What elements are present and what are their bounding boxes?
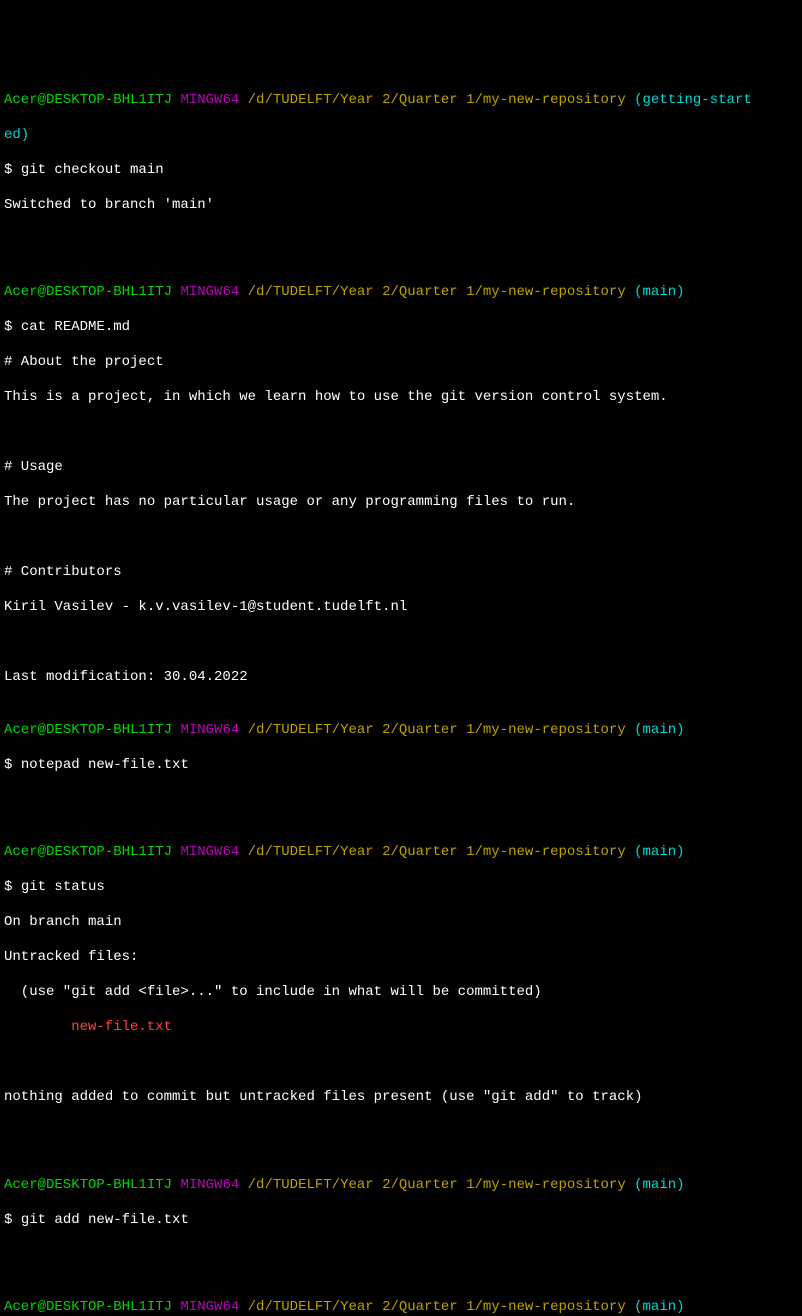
blank-line (4, 529, 790, 547)
command-line[interactable]: $ git status (4, 879, 790, 897)
output-line: Switched to branch 'main' (4, 197, 790, 215)
prompt-path: /d/TUDELFT/Year 2/Quarter 1/my-new-repos… (248, 722, 626, 738)
command-line[interactable]: $ git checkout main (4, 162, 790, 180)
prompt-shell: MINGW64 (180, 1177, 239, 1193)
prompt-shell: MINGW64 (180, 722, 239, 738)
prompt-path: /d/TUDELFT/Year 2/Quarter 1/my-new-repos… (248, 1177, 626, 1193)
output-line: Last modification: 30.04.2022 (4, 669, 790, 687)
output-line: On branch main (4, 914, 790, 932)
output-line: # About the project (4, 354, 790, 372)
output-line: # Contributors (4, 564, 790, 582)
prompt-shell: MINGW64 (180, 284, 239, 300)
untracked-file: new-file.txt (4, 1019, 790, 1037)
cmd-status: git status (21, 879, 105, 895)
prompt-branch: (main) (634, 1299, 684, 1315)
command-line[interactable]: $ notepad new-file.txt (4, 757, 790, 775)
prompt-line-wrap: ed) (4, 127, 790, 145)
prompt-line: Acer@DESKTOP-BHL1ITJ MINGW64 /d/TUDELFT/… (4, 1177, 790, 1195)
prompt-path: /d/TUDELFT/Year 2/Quarter 1/my-new-repos… (248, 284, 626, 300)
prompt-branch: (main) (634, 844, 684, 860)
blank-line (4, 1247, 790, 1265)
prompt-dollar: $ (4, 1212, 21, 1228)
prompt-user: Acer@DESKTOP-BHL1ITJ (4, 284, 172, 300)
output-line: (use "git add <file>..." to include in w… (4, 984, 790, 1002)
prompt-user: Acer@DESKTOP-BHL1ITJ (4, 1299, 172, 1315)
prompt-user: Acer@DESKTOP-BHL1ITJ (4, 722, 172, 738)
prompt-line: Acer@DESKTOP-BHL1ITJ MINGW64 /d/TUDELFT/… (4, 722, 790, 740)
cmd-cat: cat README.md (21, 319, 130, 335)
blank-line (4, 1124, 790, 1142)
prompt-dollar: $ (4, 879, 21, 895)
prompt-line: Acer@DESKTOP-BHL1ITJ MINGW64 /d/TUDELFT/… (4, 92, 790, 110)
prompt-user: Acer@DESKTOP-BHL1ITJ (4, 1177, 172, 1193)
blank-line (4, 792, 790, 810)
prompt-branch: ed) (4, 127, 29, 143)
prompt-shell: MINGW64 (180, 1299, 239, 1315)
prompt-dollar: $ (4, 319, 21, 335)
blank-line (4, 634, 790, 652)
output-line: # Usage (4, 459, 790, 477)
prompt-path: /d/TUDELFT/Year 2/Quarter 1/my-new-repos… (248, 1299, 626, 1315)
prompt-user: Acer@DESKTOP-BHL1ITJ (4, 844, 172, 860)
prompt-shell: MINGW64 (180, 92, 239, 108)
output-line: Kiril Vasilev - k.v.vasilev-1@student.tu… (4, 599, 790, 617)
command-line[interactable]: $ git add new-file.txt (4, 1212, 790, 1230)
prompt-path: /d/TUDELFT/Year 2/Quarter 1/my-new-repos… (248, 92, 626, 108)
blank-line (4, 1054, 790, 1072)
prompt-branch: (main) (634, 722, 684, 738)
prompt-line: Acer@DESKTOP-BHL1ITJ MINGW64 /d/TUDELFT/… (4, 844, 790, 862)
prompt-line: Acer@DESKTOP-BHL1ITJ MINGW64 /d/TUDELFT/… (4, 1299, 790, 1316)
blank-line (4, 424, 790, 442)
output-line: The project has no particular usage or a… (4, 494, 790, 512)
blank-line (4, 232, 790, 250)
prompt-dollar: $ (4, 162, 21, 178)
prompt-branch: (getting-start (634, 92, 752, 108)
prompt-branch: (main) (634, 1177, 684, 1193)
prompt-user: Acer@DESKTOP-BHL1ITJ (4, 92, 172, 108)
cmd-add: git add new-file.txt (21, 1212, 189, 1228)
prompt-line: Acer@DESKTOP-BHL1ITJ MINGW64 /d/TUDELFT/… (4, 284, 790, 302)
cmd-notepad: notepad new-file.txt (21, 757, 189, 773)
output-line: nothing added to commit but untracked fi… (4, 1089, 790, 1107)
prompt-shell: MINGW64 (180, 844, 239, 860)
prompt-path: /d/TUDELFT/Year 2/Quarter 1/my-new-repos… (248, 844, 626, 860)
prompt-branch: (main) (634, 284, 684, 300)
output-line: This is a project, in which we learn how… (4, 389, 790, 407)
command-line[interactable]: $ cat README.md (4, 319, 790, 337)
output-line: Untracked files: (4, 949, 790, 967)
cmd-checkout: git checkout main (21, 162, 164, 178)
prompt-dollar: $ (4, 757, 21, 773)
